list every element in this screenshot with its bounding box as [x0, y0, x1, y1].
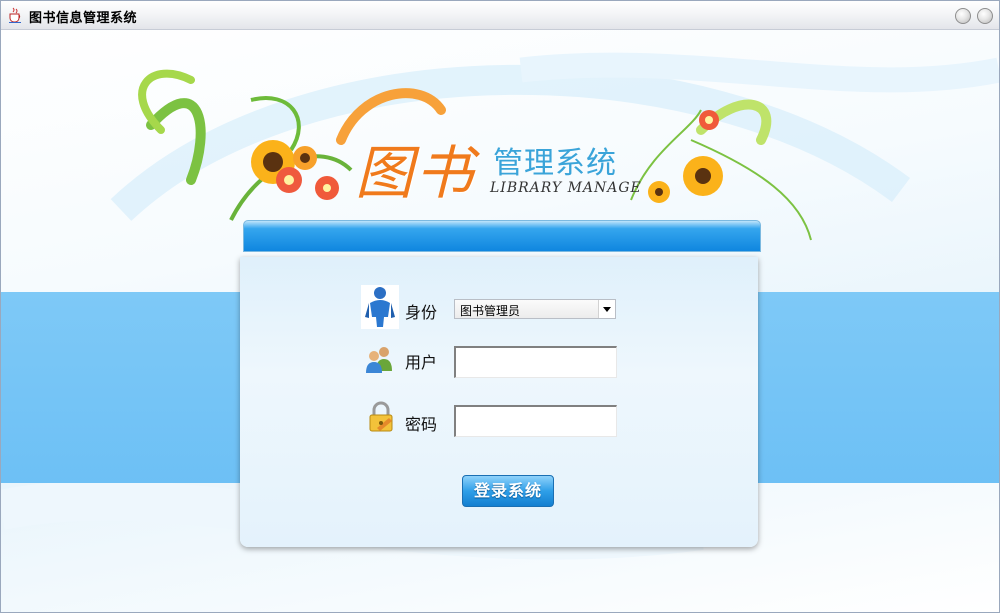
- lock-icon: [369, 401, 393, 432]
- login-panel-header: [243, 220, 761, 252]
- logo-title-chinese: 图书: [355, 139, 476, 207]
- role-select-value: 图书管理员: [460, 304, 521, 318]
- username-input[interactable]: [454, 346, 617, 378]
- password-input[interactable]: [454, 405, 617, 437]
- users-icon: [366, 347, 392, 373]
- logo-title-english: LIBRARY MANAGE: [490, 180, 642, 196]
- login-button[interactable]: 登录系统: [462, 475, 554, 507]
- minimize-button[interactable]: [955, 8, 971, 24]
- sunflower-cluster-left: [251, 140, 339, 200]
- role-select[interactable]: 图书管理员: [454, 299, 616, 319]
- app-window: 图书信息管理系统 图书 管理系统 LIBRARY MANAGE 身份 图书管理员…: [0, 0, 1000, 613]
- chevron-down-icon[interactable]: [598, 300, 615, 318]
- java-cup-icon: [9, 7, 21, 23]
- main-content: 图书 管理系统 LIBRARY MANAGE 身份 图书管理员 用户 密码 登录…: [1, 30, 999, 612]
- window-title: 图书信息管理系统: [29, 11, 138, 26]
- title-bar[interactable]: 图书信息管理系统: [1, 1, 999, 30]
- role-label: 身份: [405, 303, 438, 322]
- login-panel: 身份 图书管理员 用户 密码 登录系统: [240, 257, 758, 547]
- sunflower-cluster-right: [648, 110, 723, 203]
- username-label: 用户: [405, 353, 438, 372]
- person-icon: [361, 285, 399, 329]
- password-label: 密码: [405, 415, 438, 434]
- logo-subtitle-chinese: 管理系统: [493, 146, 617, 181]
- maximize-button[interactable]: [977, 8, 993, 24]
